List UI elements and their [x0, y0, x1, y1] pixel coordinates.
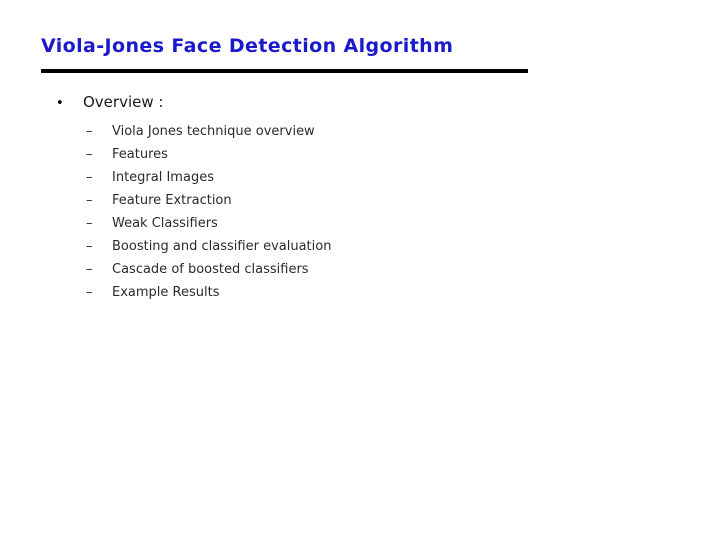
dash-icon: – — [86, 262, 93, 277]
dash-icon: – — [86, 170, 93, 185]
outline-level2-label: Cascade of boosted classifiers — [112, 262, 309, 277]
list-item: – Integral Images — [86, 166, 686, 189]
dash-icon: – — [86, 285, 93, 300]
dash-icon: – — [86, 124, 93, 139]
list-item: – Example Results — [86, 281, 686, 304]
outline-level2-list: – Viola Jones technique overview – Featu… — [86, 120, 686, 304]
outline-level2-label: Boosting and classifier evaluation — [112, 239, 332, 254]
list-item: – Weak Classifiers — [86, 212, 686, 235]
outline-level2-label: Features — [112, 147, 168, 162]
outline-level1-item: • Overview : — [56, 92, 656, 114]
list-item: – Feature Extraction — [86, 189, 686, 212]
outline-level1-label: Overview : — [83, 93, 164, 111]
dash-icon: – — [86, 147, 93, 162]
outline-level2-label: Viola Jones technique overview — [112, 124, 315, 139]
page-title: Viola-Jones Face Detection Algorithm — [41, 35, 454, 57]
outline-level2-label: Weak Classifiers — [112, 216, 218, 231]
slide: Viola-Jones Face Detection Algorithm • O… — [0, 0, 720, 540]
list-item: – Boosting and classifier evaluation — [86, 235, 686, 258]
list-item: – Cascade of boosted classifiers — [86, 258, 686, 281]
bullet-icon: • — [56, 96, 64, 111]
outline-level2-label: Integral Images — [112, 170, 214, 185]
outline-level2-label: Feature Extraction — [112, 193, 232, 208]
dash-icon: – — [86, 216, 93, 231]
list-item: – Viola Jones technique overview — [86, 120, 686, 143]
title-divider — [41, 69, 528, 73]
dash-icon: – — [86, 193, 93, 208]
dash-icon: – — [86, 239, 93, 254]
outline-level2-label: Example Results — [112, 285, 220, 300]
list-item: – Features — [86, 143, 686, 166]
